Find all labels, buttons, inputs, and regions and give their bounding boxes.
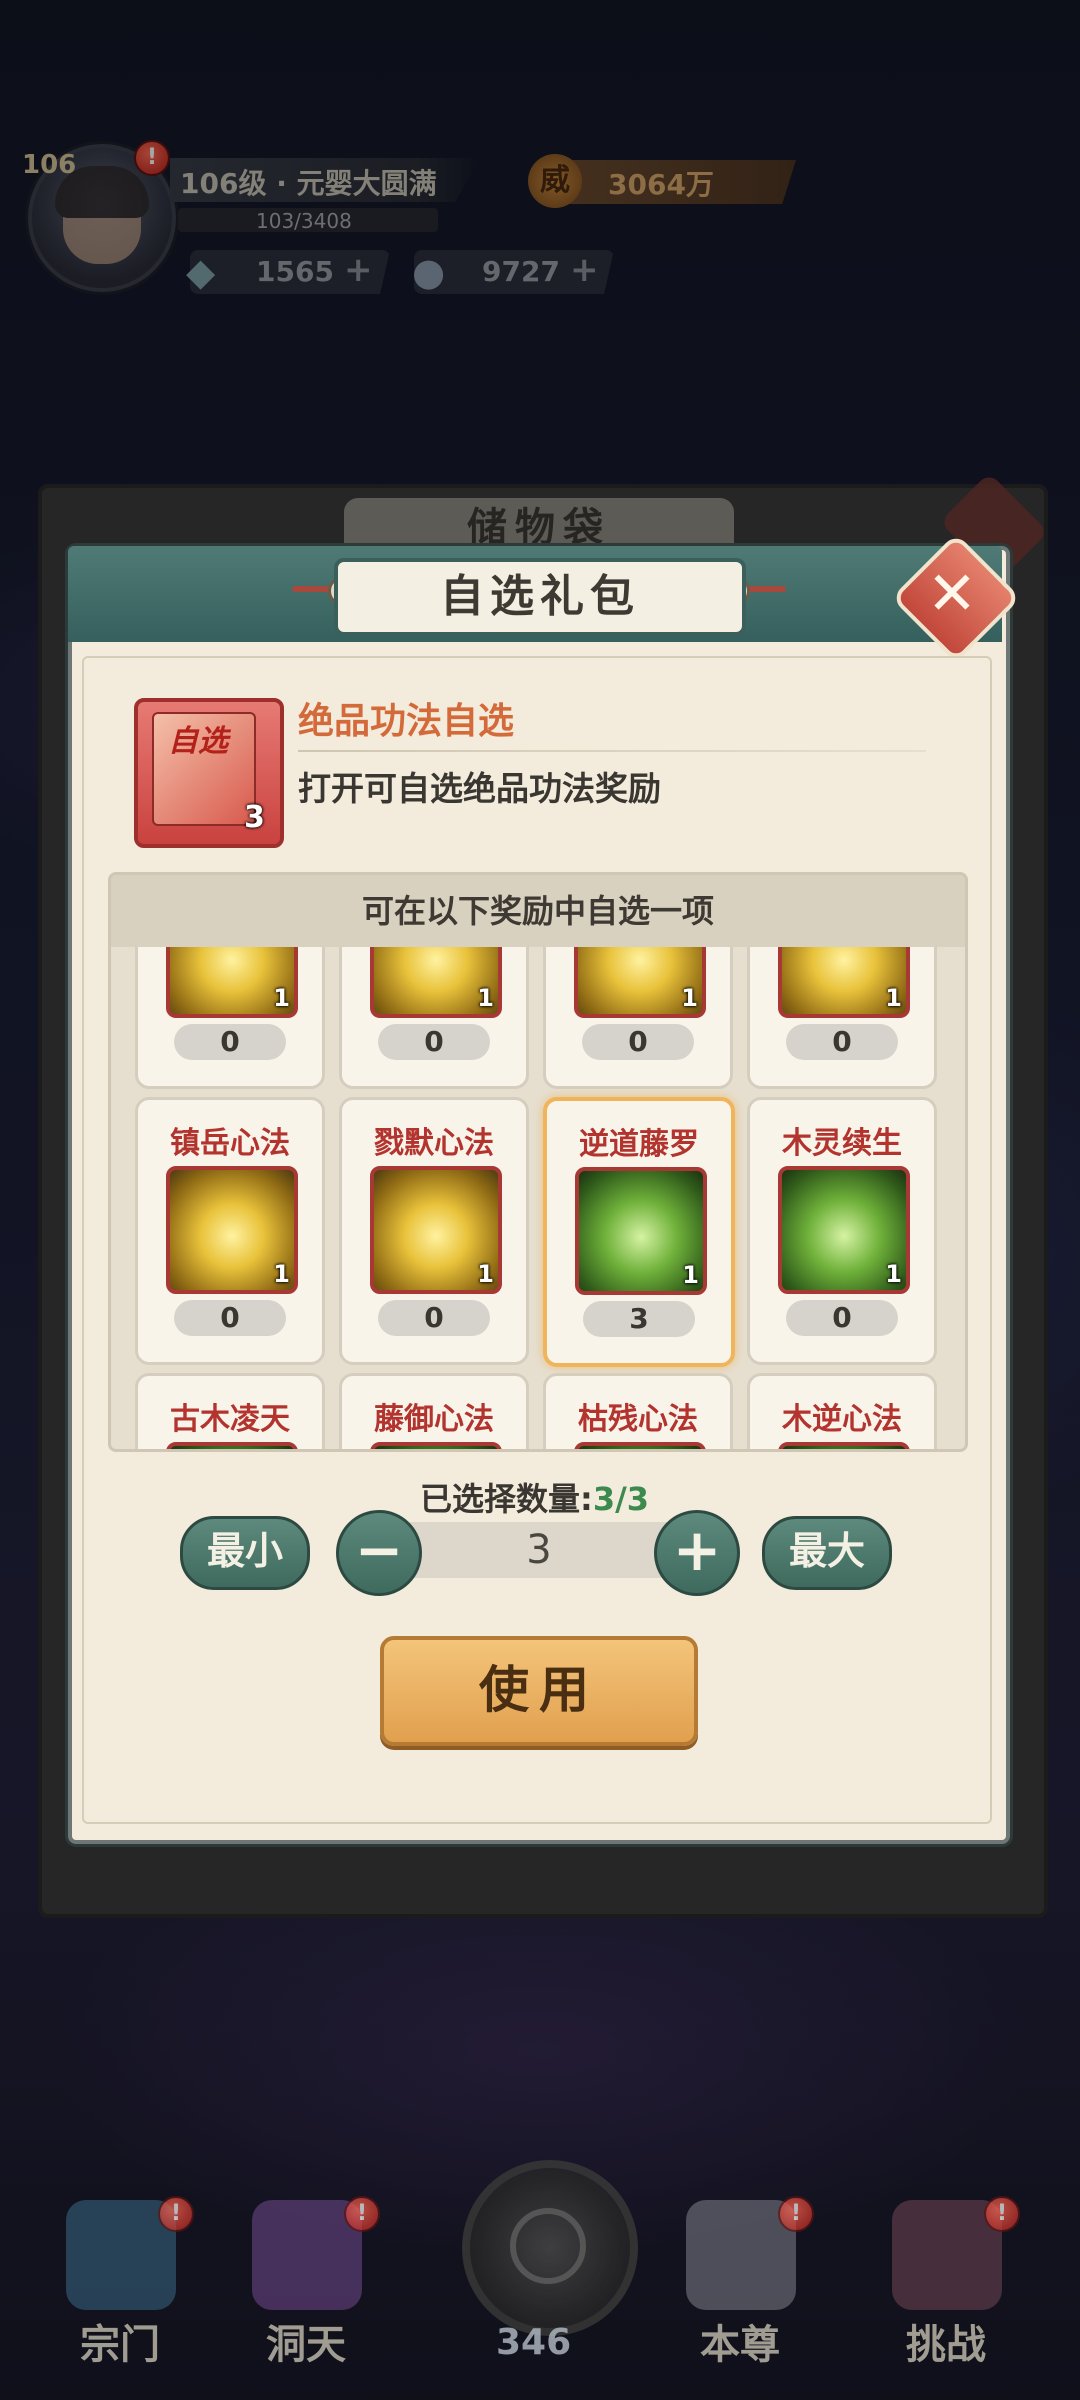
nav-item[interactable]: ! 宗门 xyxy=(40,2196,200,2370)
technique-icon: 1 xyxy=(166,1166,298,1294)
reward-name: 逆道藤罗 xyxy=(579,1127,699,1162)
selected-quantity-label: 已选择数量:3/3 xyxy=(420,1474,649,1520)
technique-icon xyxy=(778,1442,910,1449)
reward-card[interactable]: 木逆心法 xyxy=(747,1373,937,1449)
reward-qty: 1 xyxy=(682,1261,699,1289)
nav-label: 挑战 xyxy=(906,2322,986,2368)
reward-qty: 1 xyxy=(885,1260,902,1288)
selected-quantity-value: 3/3 xyxy=(592,1480,650,1518)
reward-count: 0 xyxy=(582,1024,694,1060)
nav-notification-badge: ! xyxy=(984,2196,1020,2232)
item-divider xyxy=(298,750,926,752)
nav-label: 本尊 xyxy=(700,2322,780,2368)
dialog-title: 自选礼包 xyxy=(334,558,746,636)
plus-button[interactable]: + xyxy=(654,1510,740,1596)
reward-card[interactable]: 木灵续生 1 0 xyxy=(747,1097,937,1365)
reward-qty: 1 xyxy=(885,984,902,1012)
technique-icon xyxy=(166,1442,298,1449)
technique-icon: 1 xyxy=(370,1166,502,1294)
item-count: 3 xyxy=(244,800,265,835)
reward-count: 0 xyxy=(378,1024,490,1060)
reward-name: 木灵续生 xyxy=(782,1126,902,1161)
reward-qty: 1 xyxy=(273,984,290,1012)
item-description: 打开可自选绝品功法奖励 xyxy=(298,769,661,808)
reward-name: 藤御心法 xyxy=(374,1402,494,1437)
reward-name: 古木凌天 xyxy=(170,1402,290,1437)
compass-icon xyxy=(510,2208,586,2284)
reward-count: 3 xyxy=(583,1301,695,1337)
technique-icon: 1 xyxy=(575,1167,707,1295)
reward-count: 0 xyxy=(378,1300,490,1336)
reward-card[interactable]: 10 xyxy=(543,947,733,1089)
reward-qty: 1 xyxy=(681,984,698,1012)
reward-header: 可在以下奖励中自选一项 xyxy=(111,875,965,947)
reward-qty: 1 xyxy=(477,1260,494,1288)
nav-notification-badge: ! xyxy=(158,2196,194,2232)
nav-item[interactable]: ! 挑战 xyxy=(866,2196,1026,2370)
reward-qty: 1 xyxy=(477,984,494,1012)
selected-quantity-text: 已选择数量: xyxy=(420,1480,593,1518)
spirit-count: 346 xyxy=(496,2322,572,2363)
technique-icon xyxy=(574,1442,706,1449)
technique-icon: 1 xyxy=(166,947,298,1018)
reward-count: 0 xyxy=(174,1300,286,1336)
reward-card[interactable]: 逆道藤罗 1 3 xyxy=(543,1097,735,1367)
reward-card[interactable]: 10 xyxy=(135,947,325,1089)
technique-icon xyxy=(370,1442,502,1449)
close-icon[interactable]: ✕ xyxy=(910,552,994,636)
reward-name: 木逆心法 xyxy=(782,1402,902,1437)
max-button[interactable]: 最大 xyxy=(762,1516,892,1590)
reward-card[interactable]: 镇岳心法 1 0 xyxy=(135,1097,325,1365)
reward-count: 0 xyxy=(786,1024,898,1060)
reward-card[interactable]: 10 xyxy=(747,947,937,1089)
reward-card[interactable]: 古木凌天 xyxy=(135,1373,325,1449)
reward-name: 镇岳心法 xyxy=(170,1126,290,1161)
reward-grid[interactable]: 1 0 1 0 1 0 1 0 镇岳心法 1 0 戮默心法 1 0 逆道藤罗 1 3 木灵续生 1 0 古木凌天 藤御心法… xyxy=(111,947,965,1449)
item-icon-tag: 自选 xyxy=(168,724,228,759)
use-button[interactable]: 使用 xyxy=(380,1636,698,1746)
nav-label: 洞天 xyxy=(266,2322,346,2368)
reward-card[interactable]: 枯残心法 xyxy=(543,1373,733,1449)
quantity-input[interactable]: 3 xyxy=(410,1522,668,1578)
reward-card[interactable]: 10 xyxy=(339,947,529,1089)
nav-item[interactable]: ! 洞天 xyxy=(226,2196,386,2370)
nav-notification-badge: ! xyxy=(344,2196,380,2232)
nav-item[interactable]: ! 本尊 xyxy=(660,2196,820,2370)
reward-card[interactable]: 戮默心法 1 0 xyxy=(339,1097,529,1365)
technique-icon: 1 xyxy=(778,947,910,1018)
reward-name: 戮默心法 xyxy=(374,1126,494,1161)
reward-count: 0 xyxy=(786,1300,898,1336)
technique-icon: 1 xyxy=(370,947,502,1018)
nav-notification-badge: ! xyxy=(778,2196,814,2232)
nav-label: 宗门 xyxy=(80,2322,160,2368)
technique-icon: 1 xyxy=(574,947,706,1018)
reward-name: 枯残心法 xyxy=(578,1402,698,1437)
reward-panel: 可在以下奖励中自选一项 1 0 1 0 1 0 1 0 镇岳心法 1 0 戮默心法 1 0 逆道藤罗 1 3 木灵… xyxy=(108,872,968,1452)
reward-card[interactable]: 藤御心法 xyxy=(339,1373,529,1449)
reward-qty: 1 xyxy=(273,1260,290,1288)
technique-icon: 1 xyxy=(778,1166,910,1294)
item-name: 绝品功法自选 xyxy=(298,701,515,742)
reward-count: 0 xyxy=(174,1024,286,1060)
minus-button[interactable]: − xyxy=(336,1510,422,1596)
min-button[interactable]: 最小 xyxy=(180,1516,310,1590)
